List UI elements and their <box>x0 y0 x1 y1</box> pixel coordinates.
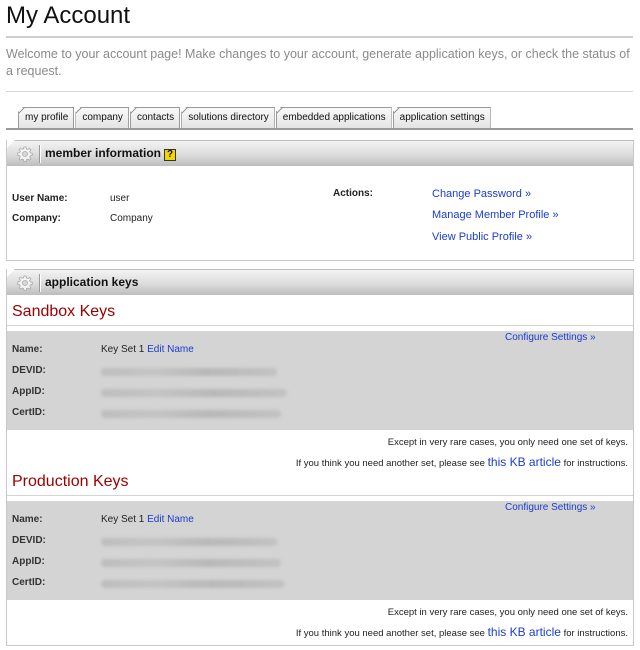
divider <box>7 325 633 326</box>
devid-label: DEVID: <box>12 535 46 546</box>
kb-article-link[interactable]: this KB article <box>488 455 561 469</box>
panel-header: application keys <box>7 269 633 295</box>
sandbox-note-one-set: Except in very rare cases, you only need… <box>387 437 628 448</box>
production-note-kb: If you think you need another set, pleas… <box>296 625 628 639</box>
username-label: User Name: <box>12 193 68 204</box>
divider <box>6 91 633 92</box>
note-text: If you think you need another set, pleas… <box>295 458 488 469</box>
production-note-one-set: Except in very rare cases, you only need… <box>387 607 628 618</box>
tab-bar-underline <box>6 128 633 130</box>
header-separator <box>40 274 41 292</box>
kb-article-link[interactable]: this KB article <box>488 625 561 639</box>
application-keys-panel: application keys Sandbox Keys Configure … <box>6 269 634 646</box>
key-set-name-text: Key Set 1 <box>101 344 145 355</box>
panel-header: member information? <box>7 140 633 166</box>
manage-member-profile-link[interactable]: Manage Member Profile » <box>432 209 559 221</box>
edit-name-link[interactable]: Edit Name <box>147 344 194 355</box>
name-label: Name: <box>12 514 43 525</box>
certid-value-redacted <box>101 410 281 418</box>
edit-name-link[interactable]: Edit Name <box>147 514 194 525</box>
tab-contacts[interactable]: contacts <box>129 107 181 129</box>
devid-value-redacted <box>101 538 277 546</box>
appid-label: AppID: <box>12 386 45 397</box>
devid-value-redacted <box>101 368 277 376</box>
sandbox-key-set: Configure Settings » Name: Key Set 1 Edi… <box>7 331 633 430</box>
divider <box>6 36 633 38</box>
company-value: Company <box>110 213 153 224</box>
certid-label: CertID: <box>12 577 46 588</box>
view-public-profile-link[interactable]: View Public Profile » <box>432 231 532 243</box>
appid-value-redacted <box>101 559 281 567</box>
key-set-name: Key Set 1 Edit Name <box>101 514 194 525</box>
name-label: Name: <box>12 344 43 355</box>
panel-title: member information? <box>45 146 177 161</box>
production-keys-heading: Production Keys <box>12 473 129 490</box>
note-text: for instructions. <box>560 628 628 639</box>
divider <box>7 495 633 496</box>
company-label: Company: <box>12 213 61 224</box>
devid-label: DEVID: <box>12 365 46 376</box>
key-set-name-text: Key Set 1 <box>101 514 145 525</box>
tab-bar: my profile company contacts solutions di… <box>18 107 492 129</box>
gear-icon <box>17 146 33 162</box>
panel-title: application keys <box>45 275 139 289</box>
tab-my-profile[interactable]: my profile <box>18 107 75 129</box>
sandbox-configure-settings-link[interactable]: Configure Settings » <box>505 332 596 343</box>
welcome-text: Welcome to your account page! Make chang… <box>6 47 630 78</box>
tab-company[interactable]: company <box>75 107 129 129</box>
production-key-set: Configure Settings » Name: Key Set 1 Edi… <box>7 501 633 600</box>
certid-label: CertID: <box>12 407 46 418</box>
certid-value-redacted <box>101 580 285 588</box>
gear-icon <box>17 275 33 291</box>
appid-label: AppID: <box>12 556 45 567</box>
sandbox-note-kb: If you think you need another set, pleas… <box>296 455 628 469</box>
tab-application-settings[interactable]: application settings <box>392 107 491 129</box>
production-configure-settings-link[interactable]: Configure Settings » <box>505 502 596 513</box>
username-value: user <box>110 193 130 204</box>
actions-label: Actions: <box>333 188 373 199</box>
help-icon[interactable]: ? <box>164 149 177 161</box>
appid-value-redacted <box>101 389 287 397</box>
note-text: If you think you need another set, pleas… <box>295 628 488 639</box>
tab-embedded-applications[interactable]: embedded applications <box>275 107 392 129</box>
member-information-panel: member information? User Name: user Comp… <box>6 140 634 261</box>
header-separator <box>40 145 41 163</box>
tab-solutions-directory[interactable]: solutions directory <box>181 107 275 129</box>
sandbox-keys-heading: Sandbox Keys <box>12 303 116 320</box>
note-text: for instructions. <box>560 458 628 469</box>
key-set-name: Key Set 1 Edit Name <box>101 344 194 355</box>
panel-title-text: member information <box>45 146 162 160</box>
page-title: My Account <box>6 2 131 29</box>
change-password-link[interactable]: Change Password » <box>432 188 531 200</box>
